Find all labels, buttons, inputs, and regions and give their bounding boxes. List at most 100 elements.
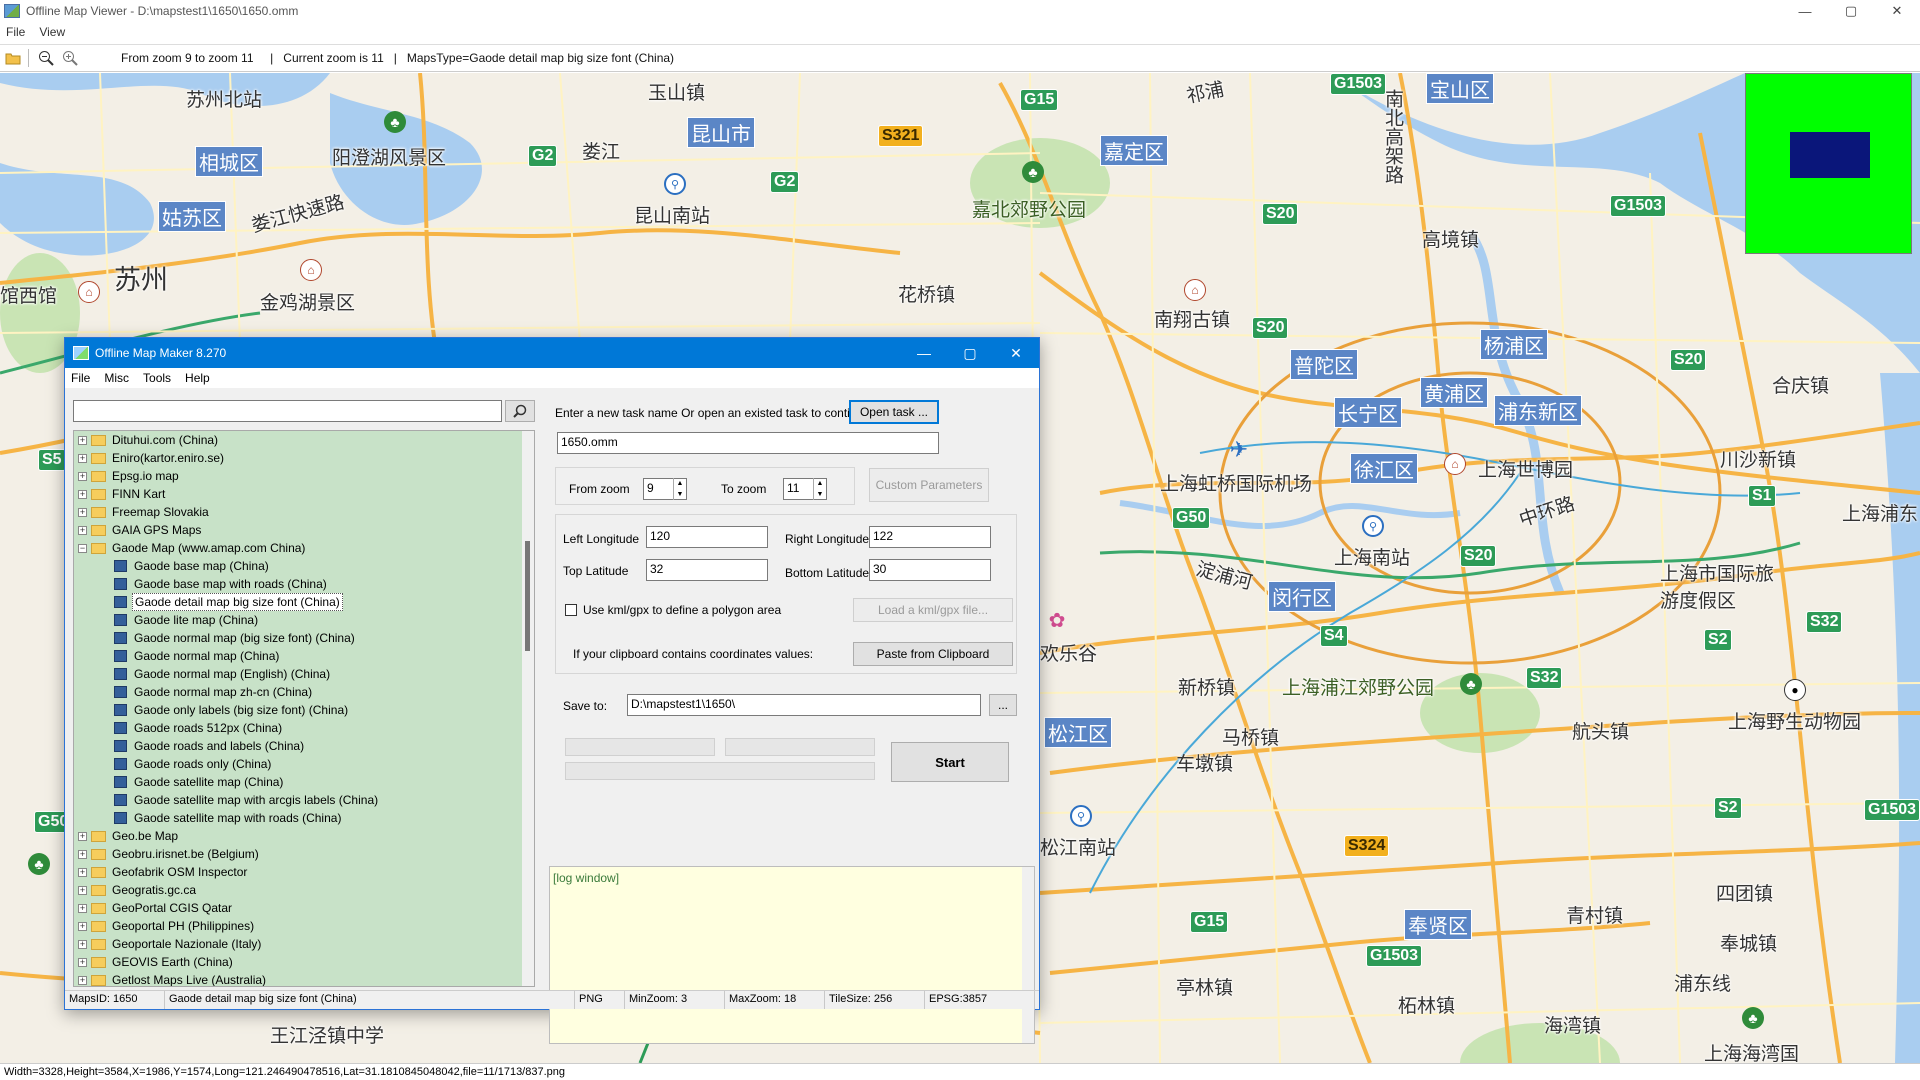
landmark-icon: ⌂ bbox=[1444, 453, 1466, 475]
left-longitude-input[interactable]: 120 bbox=[646, 526, 768, 548]
open-folder-icon[interactable] bbox=[2, 47, 24, 69]
start-button[interactable]: Start bbox=[891, 742, 1009, 782]
close-button[interactable]: ✕ bbox=[1874, 0, 1920, 22]
paste-clipboard-button[interactable]: Paste from Clipboard bbox=[853, 642, 1013, 666]
tree-item-map[interactable]: Gaode satellite map (China) bbox=[74, 773, 534, 791]
tree-item-map[interactable]: Gaode roads only (China) bbox=[74, 755, 534, 773]
save-to-input[interactable]: D:\mapstest1\1650\ bbox=[627, 694, 981, 716]
expand-icon[interactable]: + bbox=[78, 921, 87, 931]
dialog-close-button[interactable]: ✕ bbox=[993, 338, 1039, 368]
map-label: 昆山南站 bbox=[634, 205, 711, 227]
dialog-menu-file[interactable]: File bbox=[71, 371, 90, 385]
tree-item-folder[interactable]: + Geogratis.gc.ca bbox=[74, 881, 534, 899]
zoom-in-icon[interactable] bbox=[59, 47, 81, 69]
tree-item-folder[interactable]: + Eniro(kartor.eniro.se) bbox=[74, 449, 534, 467]
tree-item-map[interactable]: Gaode normal map (big size font) (China) bbox=[74, 629, 534, 647]
dialog-menu-help[interactable]: Help bbox=[185, 371, 210, 385]
map-search-input[interactable] bbox=[73, 400, 503, 422]
expand-icon[interactable]: + bbox=[78, 867, 87, 877]
expand-icon[interactable]: + bbox=[78, 975, 87, 985]
tree-item-folder[interactable]: + Geofabrik OSM Inspector bbox=[74, 863, 534, 881]
expand-icon[interactable]: + bbox=[78, 831, 87, 841]
map-district-label: 昆山市 bbox=[687, 117, 755, 148]
tree-scroll-thumb[interactable] bbox=[525, 541, 530, 651]
map-tile-icon bbox=[114, 704, 127, 716]
search-icon bbox=[513, 404, 527, 418]
tree-item-folder[interactable]: + Geobru.irisnet.be (Belgium) bbox=[74, 845, 534, 863]
tree-item-map[interactable]: Gaode lite map (China) bbox=[74, 611, 534, 629]
tree-item-map[interactable]: Gaode normal map zh-cn (China) bbox=[74, 683, 534, 701]
tree-item-label: Gaode Map (www.amap.com China) bbox=[112, 541, 306, 555]
tree-scrollbar[interactable] bbox=[522, 431, 534, 986]
expand-icon[interactable]: + bbox=[78, 903, 87, 913]
tree-item-map[interactable]: Gaode satellite map with arcgis labels (… bbox=[74, 791, 534, 809]
tree-item-folder[interactable]: + Dituhui.com (China) bbox=[74, 431, 534, 449]
expand-icon[interactable]: + bbox=[78, 435, 87, 445]
expand-icon[interactable]: + bbox=[78, 471, 87, 481]
to-zoom-label: To zoom bbox=[721, 482, 767, 496]
collapse-icon[interactable]: − bbox=[78, 543, 87, 553]
dialog-menu-misc[interactable]: Misc bbox=[104, 371, 129, 385]
to-zoom-spinner[interactable]: ▲ ▼ bbox=[813, 478, 826, 500]
right-longitude-input[interactable]: 122 bbox=[869, 526, 991, 548]
expand-icon[interactable]: + bbox=[78, 849, 87, 859]
tree-item-map[interactable]: Gaode base map (China) bbox=[74, 557, 534, 575]
dialog-menu-tools[interactable]: Tools bbox=[143, 371, 171, 385]
menu-file[interactable]: File bbox=[6, 25, 25, 39]
expand-icon[interactable]: + bbox=[78, 957, 87, 967]
expand-icon[interactable]: + bbox=[78, 885, 87, 895]
tree-item-folder[interactable]: + GeoPortal CGIS Qatar bbox=[74, 899, 534, 917]
task-name-input[interactable]: 1650.omm bbox=[557, 432, 939, 454]
from-zoom-spinner[interactable]: ▲ ▼ bbox=[673, 478, 686, 500]
expand-icon[interactable]: + bbox=[78, 525, 87, 535]
search-button[interactable] bbox=[505, 400, 535, 422]
load-kml-button[interactable]: Load a kml/gpx file... bbox=[853, 598, 1013, 622]
log-scrollbar[interactable] bbox=[1022, 867, 1034, 1043]
tree-item-folder[interactable]: + FINN Kart bbox=[74, 485, 534, 503]
dialog-maximize-button[interactable]: ▢ bbox=[947, 338, 993, 368]
menu-view[interactable]: View bbox=[39, 25, 65, 39]
toolbar-separator bbox=[28, 49, 29, 67]
park-tree-icon: ♣ bbox=[1022, 161, 1044, 183]
dialog-minimize-button[interactable]: — bbox=[901, 338, 947, 368]
maximize-button[interactable]: ▢ bbox=[1828, 0, 1874, 22]
tree-item-map[interactable]: Gaode only labels (big size font) (China… bbox=[74, 701, 534, 719]
log-window[interactable]: [log window] bbox=[549, 866, 1035, 1044]
tree-item-folder[interactable]: + Geo.be Map bbox=[74, 827, 534, 845]
expand-icon[interactable]: + bbox=[78, 489, 87, 499]
overview-minimap[interactable] bbox=[1745, 73, 1912, 254]
tree-item-folder[interactable]: + GEOVIS Earth (China) bbox=[74, 953, 534, 971]
minimap-viewport[interactable] bbox=[1790, 132, 1870, 178]
tree-item-folder[interactable]: + Geoportal PH (Philippines) bbox=[74, 917, 534, 935]
tree-item-folder[interactable]: − Gaode Map (www.amap.com China) bbox=[74, 539, 534, 557]
map-label: 奉城镇 bbox=[1720, 933, 1778, 955]
tree-item-folder[interactable]: + Epsg.io map bbox=[74, 467, 534, 485]
landmark-icon: ⌂ bbox=[78, 281, 100, 303]
tree-item-map[interactable]: Gaode satellite map with roads (China) bbox=[74, 809, 534, 827]
zoom-out-icon[interactable] bbox=[35, 47, 57, 69]
tree-item-folder[interactable]: + Geoportale Nazionale (Italy) bbox=[74, 935, 534, 953]
bottom-latitude-input[interactable]: 30 bbox=[869, 559, 991, 581]
tree-item-map[interactable]: Gaode normal map (China) bbox=[74, 647, 534, 665]
top-latitude-input[interactable]: 32 bbox=[646, 559, 768, 581]
tree-item-map[interactable]: Gaode roads and labels (China) bbox=[74, 737, 534, 755]
kml-checkbox[interactable] bbox=[565, 604, 577, 616]
tree-item-map[interactable]: Gaode roads 512px (China) bbox=[74, 719, 534, 737]
map-source-tree[interactable]: + Dituhui.com (China) + Eniro(kartor.eniro.… bbox=[73, 430, 535, 987]
tree-item-map[interactable]: Gaode base map with roads (China) bbox=[74, 575, 534, 593]
open-task-button[interactable]: Open task ... bbox=[849, 400, 939, 424]
kml-checkbox-label: Use kml/gpx to define a polygon area bbox=[583, 603, 782, 617]
tree-item-folder[interactable]: + Getlost Maps Live (Australia) bbox=[74, 971, 534, 986]
tree-item-folder[interactable]: + GAIA GPS Maps bbox=[74, 521, 534, 539]
expand-icon[interactable]: + bbox=[78, 939, 87, 949]
expand-icon[interactable]: + bbox=[78, 453, 87, 463]
minimize-button[interactable]: — bbox=[1782, 0, 1828, 22]
dialog-app-icon bbox=[73, 346, 89, 360]
custom-parameters-button[interactable]: Custom Parameters bbox=[869, 468, 989, 502]
tree-item-folder[interactable]: + Freemap Slovakia bbox=[74, 503, 534, 521]
tree-item-map[interactable]: Gaode detail map big size font (China) bbox=[74, 593, 534, 611]
expand-icon[interactable]: + bbox=[78, 507, 87, 517]
browse-folder-button[interactable]: ... bbox=[989, 694, 1017, 716]
folder-icon bbox=[91, 902, 106, 914]
tree-item-map[interactable]: Gaode normal map (English) (China) bbox=[74, 665, 534, 683]
